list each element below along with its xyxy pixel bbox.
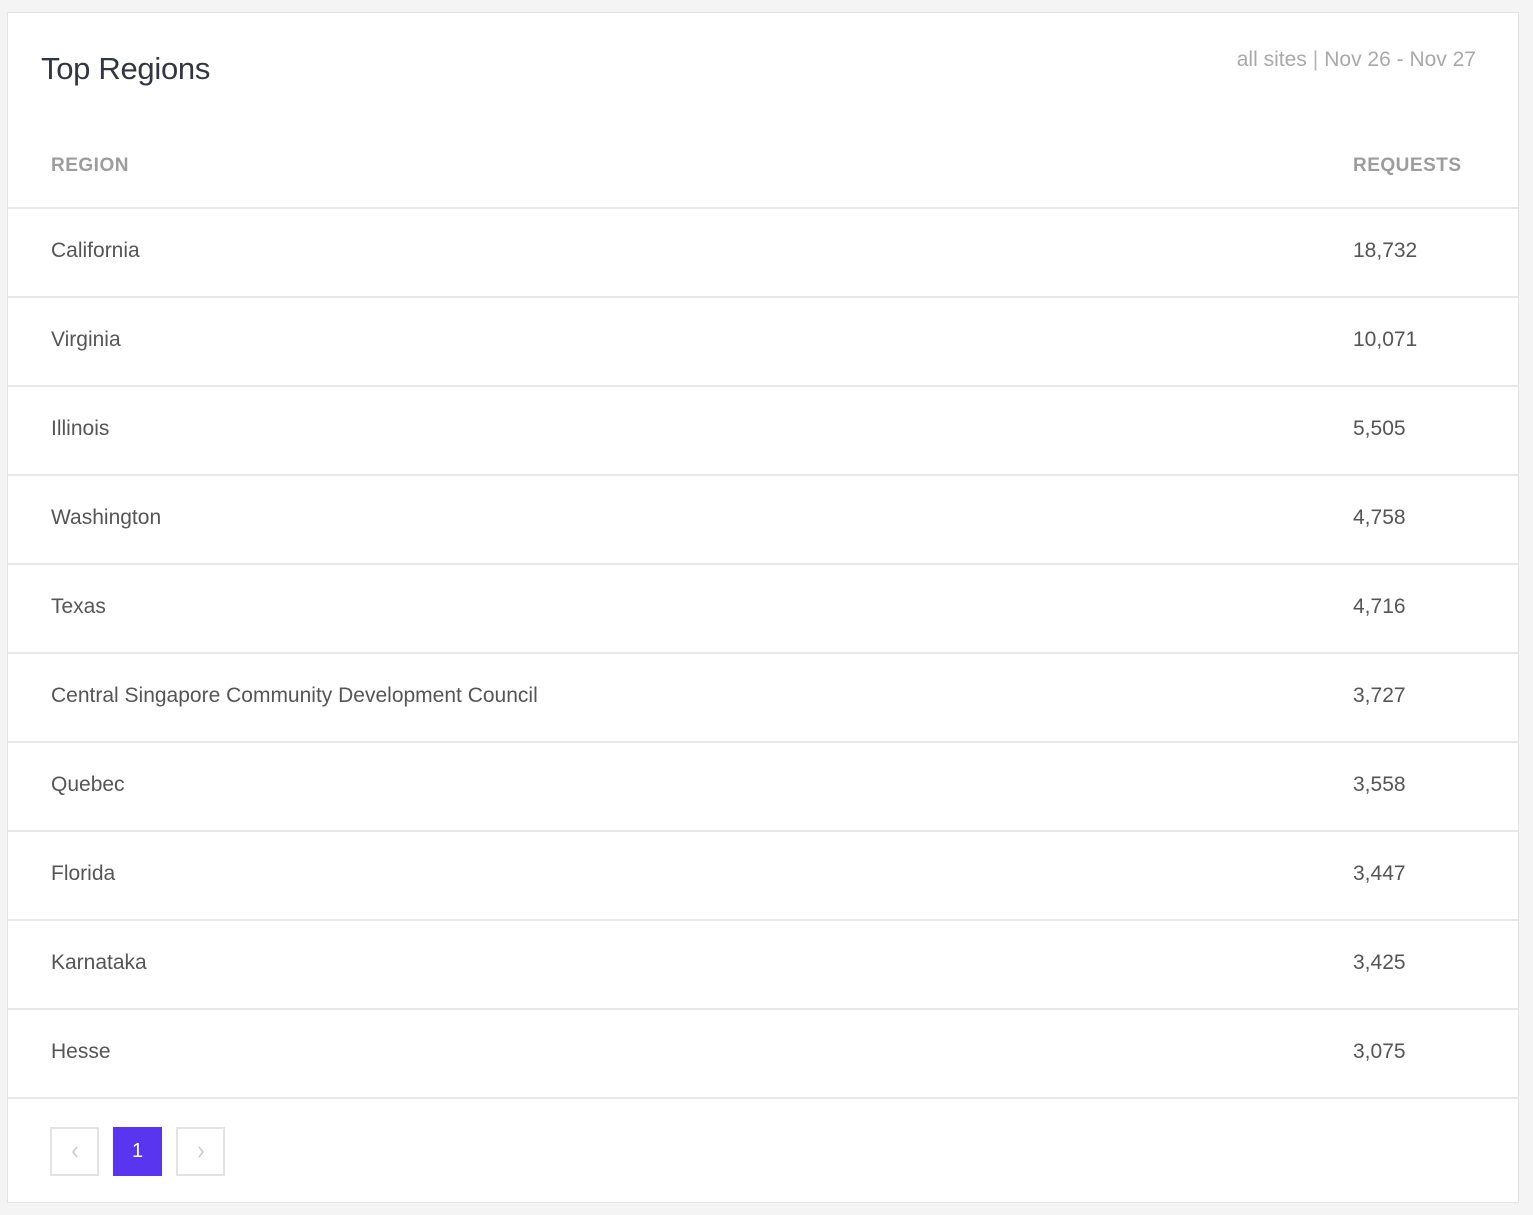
table-row: Virginia 10,071: [8, 298, 1518, 387]
table-row: California 18,732: [8, 209, 1518, 298]
chevron-left-icon: [70, 1145, 80, 1159]
table-row: Florida 3,447: [8, 832, 1518, 921]
requests-cell: 3,447: [1353, 862, 1406, 885]
table-row: Karnataka 3,425: [8, 921, 1518, 1010]
meta-separator: |: [1312, 48, 1319, 71]
region-cell: Washington: [51, 506, 162, 529]
requests-cell: 3,075: [1353, 1040, 1406, 1063]
table-row: Central Singapore Community Development …: [8, 654, 1518, 743]
card-meta: all sites | Nov 26 - Nov 27: [1237, 48, 1476, 72]
regions-table: REGION REQUESTS California 18,732 Virgin…: [8, 123, 1518, 1099]
region-cell: Central Singapore Community Development …: [51, 684, 538, 707]
requests-cell: 10,071: [1353, 328, 1418, 351]
region-cell: Virginia: [51, 328, 121, 351]
table-row: Texas 4,716: [8, 565, 1518, 654]
column-header-region[interactable]: REGION: [51, 155, 129, 177]
previous-page-button[interactable]: [50, 1127, 99, 1176]
region-cell: Illinois: [51, 417, 110, 440]
region-cell: Florida: [51, 862, 116, 885]
date-range-label: Nov 26 - Nov 27: [1324, 48, 1476, 71]
requests-cell: 3,425: [1353, 951, 1406, 974]
requests-cell: 5,505: [1353, 417, 1406, 440]
chevron-right-icon: [196, 1145, 206, 1159]
table-row: Hesse 3,075: [8, 1010, 1518, 1099]
requests-cell: 3,558: [1353, 773, 1406, 796]
scope-label: all sites: [1236, 48, 1307, 71]
top-regions-card: Top Regions all sites | Nov 26 - Nov 27 RE…: [7, 12, 1519, 1203]
requests-cell: 4,758: [1353, 506, 1406, 529]
region-cell: Texas: [51, 595, 106, 618]
table-row: Washington 4,758: [8, 476, 1518, 565]
requests-cell: 18,732: [1353, 239, 1418, 262]
card-header: Top Regions all sites | Nov 26 - Nov 27: [8, 13, 1518, 123]
requests-cell: 3,727: [1353, 684, 1406, 707]
region-cell: Karnataka: [51, 951, 147, 974]
table-row: Quebec 3,558: [8, 743, 1518, 832]
region-cell: California: [51, 239, 140, 262]
column-header-requests[interactable]: REQUESTS: [1353, 155, 1462, 177]
next-page-button[interactable]: [176, 1127, 225, 1176]
table-row: Illinois 5,505: [8, 387, 1518, 476]
region-cell: Quebec: [51, 773, 125, 796]
requests-cell: 4,716: [1353, 595, 1406, 618]
card-title: Top Regions: [41, 51, 211, 86]
region-cell: Hesse: [51, 1040, 111, 1063]
page-button-current[interactable]: 1: [113, 1127, 162, 1176]
table-header: REGION REQUESTS: [8, 123, 1518, 209]
